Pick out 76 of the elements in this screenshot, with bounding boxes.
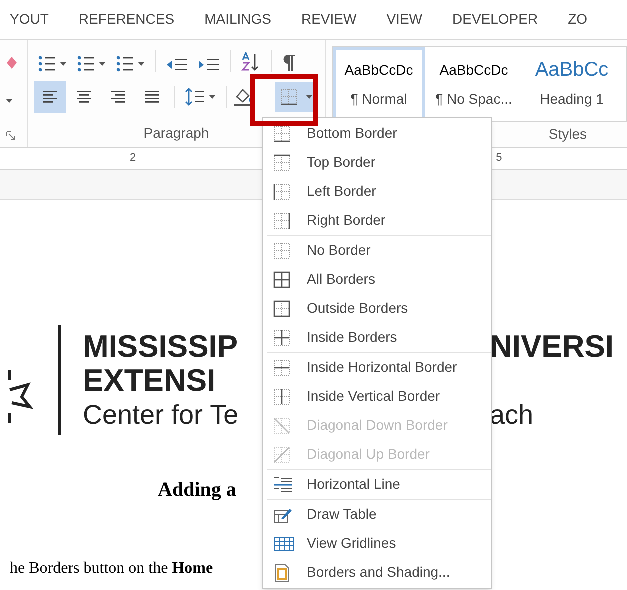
group-label: Paragraph	[144, 124, 210, 143]
logo-text: ach	[490, 399, 535, 432]
style-name: Heading 1	[540, 90, 604, 109]
menu-item[interactable]: Top Border	[263, 148, 491, 177]
align-button[interactable]	[34, 81, 66, 113]
style-name: ¶ No Spac...	[436, 90, 512, 109]
horizontal-line-icon	[273, 476, 293, 494]
ribbon-tab[interactable]: MAILINGS	[204, 9, 272, 30]
ruler-number: 5	[496, 151, 502, 166]
style-sample: AaBbCc	[535, 58, 609, 80]
border-icon	[273, 182, 291, 200]
border-icon	[273, 416, 291, 434]
page-icon	[273, 562, 291, 582]
ribbon-tab[interactable]: ZO	[568, 9, 588, 30]
ribbon-tab[interactable]: REVIEW	[301, 9, 357, 30]
caret-icon	[209, 95, 216, 99]
menu-item[interactable]: Borders and Shading...	[263, 558, 491, 587]
logo-text: EXTENSI	[83, 364, 217, 398]
menu-item[interactable]: Inside Horizontal Border	[263, 353, 491, 382]
border-icon	[273, 300, 291, 318]
menu-item[interactable]: Inside Borders	[263, 323, 491, 352]
document-text: he Borders button on the Home	[10, 560, 214, 577]
align-icon	[76, 90, 92, 104]
caret-icon	[6, 98, 13, 102]
border-icon	[273, 328, 291, 346]
align-icon	[110, 90, 126, 104]
ribbon-tab[interactable]: VIEW	[386, 9, 422, 30]
ribbon-tab[interactable]: REFERENCES	[78, 9, 175, 30]
logo-text: MISSISSIP	[83, 330, 240, 364]
border-icon	[273, 270, 291, 288]
border-icon	[273, 446, 291, 464]
decrease-indent-icon[interactable]	[166, 58, 188, 72]
menu-item[interactable]: View Gridlines	[263, 529, 491, 558]
increase-indent-icon[interactable]	[198, 58, 220, 72]
style-sample: AaBbCcDc	[440, 60, 508, 80]
border-icon	[273, 388, 291, 406]
highlight-frame	[250, 74, 318, 126]
menu-item[interactable]: No Border	[263, 236, 491, 265]
border-icon	[273, 242, 291, 260]
align-icon	[42, 90, 58, 104]
style-sample: AaBbCcDc	[344, 60, 414, 80]
ruler-number: 2	[130, 151, 136, 166]
border-icon	[273, 154, 291, 172]
menu-item[interactable]: Inside Vertical Border	[263, 382, 491, 411]
caret-icon	[306, 95, 313, 99]
style-item[interactable]: AaBbCcDc ¶ No Spac...	[425, 47, 523, 121]
sort-icon[interactable]	[241, 52, 261, 72]
group-label: Styles	[548, 125, 587, 144]
logo-text: Center for Te	[83, 399, 240, 432]
ribbon-tab[interactable]: YOUT	[10, 9, 49, 30]
caret-icon	[138, 62, 145, 66]
document-heading: Adding a	[158, 479, 236, 501]
menu-item[interactable]: Right Border	[263, 206, 491, 235]
align-icon	[144, 90, 160, 104]
menu-item[interactable]: Outside Borders	[263, 294, 491, 323]
menu-item[interactable]: Bottom Border	[263, 119, 491, 148]
dialog-launcher-icon[interactable]	[6, 131, 16, 141]
logo-text: NIVERSI	[490, 330, 614, 364]
menu-item[interactable]: Left Border	[263, 177, 491, 206]
style-item[interactable]: AaBbCc Heading 1	[523, 47, 621, 121]
menu-item[interactable]: Draw Table	[263, 500, 491, 529]
border-icon	[273, 358, 291, 376]
ribbon-tab[interactable]: DEVELOPER	[452, 9, 538, 30]
line-spacing-icon[interactable]	[185, 88, 205, 106]
style-name: ¶ Normal	[350, 90, 408, 108]
menu-item[interactable]: Horizontal Line	[263, 470, 491, 499]
bullets-icon	[38, 56, 56, 72]
border-icon	[273, 212, 291, 230]
caret-icon	[99, 62, 106, 66]
menu-item[interactable]: All Borders	[263, 265, 491, 294]
border-icon	[280, 88, 298, 106]
eraser-icon	[6, 56, 18, 70]
border-icon	[273, 124, 291, 142]
pilcrow-icon[interactable]	[282, 54, 296, 72]
grid-icon	[273, 534, 295, 552]
caret-icon	[60, 62, 67, 66]
